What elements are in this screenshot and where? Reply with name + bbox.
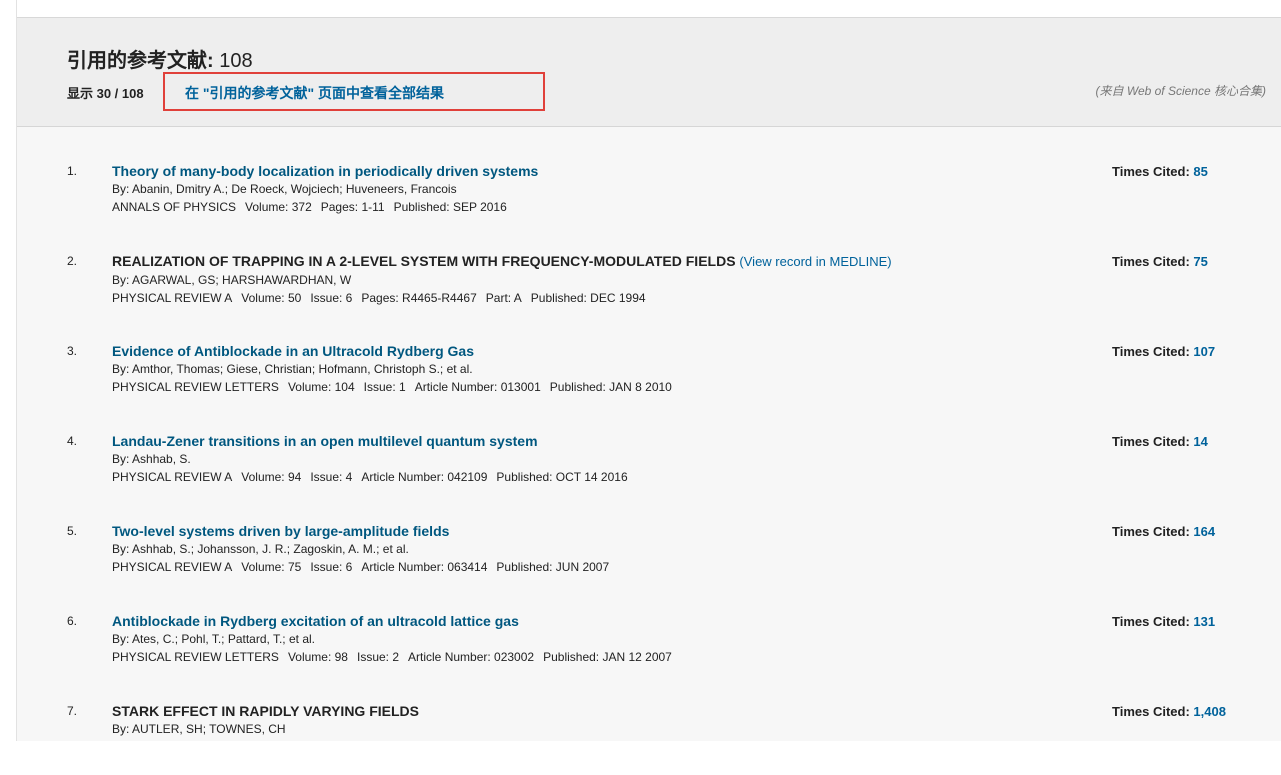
record-volume: Volume: 50 [241, 291, 302, 305]
times-cited-link[interactable]: 1,408 [1193, 704, 1226, 719]
record-authors: By: Amthor, Thomas; Giese, Christian; Ho… [112, 362, 473, 376]
record-published: Published: OCT 14 2016 [496, 470, 628, 484]
record-title: REALIZATION OF TRAPPING IN A 2-LEVEL SYS… [112, 252, 1112, 271]
view-all-highlight-box: 在 "引用的参考文献" 页面中查看全部结果 [163, 72, 545, 111]
record-pages: Pages: 1-11 [320, 200, 385, 214]
page-title-count: 108 [219, 50, 253, 72]
record-published: Published: JAN 8 2010 [549, 380, 672, 394]
record-source: PHYSICAL REVIEW A Volume: 94 Issue: 4 Artic… [112, 468, 1112, 486]
cited-references-header: 引用的参考文献: 108 显示 30 / 108 在 "引用的参考文献" 页面中… [17, 18, 1281, 127]
list-item: 1. Theory of many-body localization in p… [17, 145, 1281, 235]
record-source: PHYSICAL REVIEW A Volume: 75 Issue: 6 Artic… [112, 558, 1112, 576]
times-cited-link[interactable]: 164 [1193, 524, 1215, 539]
page-title: 引用的参考文献: 108 [67, 50, 253, 72]
record-volume: Volume: 372 [245, 200, 312, 214]
list-item: 4. Landau-Zener transitions in an open m… [17, 415, 1281, 505]
times-cited-label: Times Cited: [1112, 434, 1190, 449]
record-journal: PHYSICAL REVIEW A [112, 560, 233, 574]
record-title-text: REALIZATION OF TRAPPING IN A 2-LEVEL SYS… [112, 253, 736, 269]
times-cited-link[interactable]: 131 [1193, 614, 1215, 629]
times-cited-link[interactable]: 85 [1193, 164, 1207, 179]
times-cited: Times Cited: 14 [1112, 434, 1208, 449]
times-cited: Times Cited: 164 [1112, 524, 1215, 539]
record-source: ANNALS OF PHYSICS Volume: 372 Pages: 1-11 P… [112, 198, 1112, 216]
record-authors: By: AGARWAL, GS; HARSHAWARDHAN, W [112, 273, 352, 287]
times-cited-label: Times Cited: [1112, 704, 1190, 719]
list-item: 5. Two-level systems driven by large-amp… [17, 505, 1281, 595]
record-title-link[interactable]: Landau-Zener transitions in an open mult… [112, 432, 1112, 450]
record-source: PHYSICAL REVIEW LETTERS Volume: 104 Issue:… [112, 378, 1112, 396]
list-item: 3. Evidence of Antiblockade in an Ultrac… [17, 325, 1281, 415]
top-strip [17, 0, 1281, 18]
record-published: Published: SEP 2016 [393, 200, 507, 214]
record-published: Published: JUN 2007 [496, 560, 610, 574]
times-cited: Times Cited: 131 [1112, 614, 1215, 629]
times-cited-label: Times Cited: [1112, 614, 1190, 629]
list-item: 6. Antiblockade in Rydberg excitation of… [17, 595, 1281, 685]
record-part: Part: A [485, 291, 522, 305]
view-all-results-link[interactable]: 在 "引用的参考文献" 页面中查看全部结果 [185, 83, 444, 103]
list-item: 7. STARK EFFECT IN RAPIDLY VARYING FIELD… [17, 685, 1281, 775]
record-volume: Volume: 75 [241, 560, 302, 574]
times-cited-link[interactable]: 14 [1193, 434, 1207, 449]
record-article-number: Article Number: 063414 [361, 560, 488, 574]
record-journal: PHYSICAL REVIEW LETTERS [112, 380, 279, 394]
record-issue: Issue: 6 [310, 291, 353, 305]
record-number: 6. [67, 614, 78, 628]
record-authors: By: Ashhab, S. [112, 452, 191, 466]
times-cited-link[interactable]: 107 [1193, 344, 1215, 359]
record-published: Published: JAN 12 2007 [543, 650, 672, 664]
times-cited: Times Cited: 75 [1112, 254, 1208, 269]
record-pages: Pages: R4465-R4467 [361, 291, 477, 305]
record-issue: Issue: 2 [356, 650, 400, 664]
cited-references-page: 引用的参考文献: 108 显示 30 / 108 在 "引用的参考文献" 页面中… [16, 0, 1281, 741]
record-journal: PHYSICAL REVIEW A [112, 291, 233, 305]
times-cited-label: Times Cited: [1112, 254, 1190, 269]
record-number: 5. [67, 524, 78, 538]
record-title-link[interactable]: Two-level systems driven by large-amplit… [112, 522, 1112, 540]
record-article-number: Article Number: 042109 [361, 470, 488, 484]
record-source: PHYSICAL REVIEW LETTERS Volume: 98 Issue: … [112, 648, 1112, 666]
times-cited-label: Times Cited: [1112, 344, 1190, 359]
record-issue: Issue: 4 [310, 470, 353, 484]
record-issue: Issue: 6 [310, 560, 353, 574]
records-list: 1. Theory of many-body localization in p… [17, 145, 1281, 775]
record-number: 4. [67, 434, 78, 448]
times-cited: Times Cited: 107 [1112, 344, 1215, 359]
record-volume: Volume: 104 [287, 380, 355, 394]
record-issue: Issue: 1 [363, 380, 406, 394]
record-authors: By: Ates, C.; Pohl, T.; Pattard, T.; et … [112, 632, 315, 646]
times-cited-label: Times Cited: [1112, 164, 1190, 179]
record-journal: PHYSICAL REVIEW LETTERS [112, 650, 279, 664]
record-number: 1. [67, 164, 78, 178]
record-number: 3. [67, 344, 78, 358]
record-number: 7. [67, 704, 78, 718]
record-title-link[interactable]: Antiblockade in Rydberg excitation of an… [112, 612, 1112, 630]
record-title-link[interactable]: Evidence of Antiblockade in an Ultracold… [112, 342, 1112, 360]
record-number: 2. [67, 254, 78, 268]
record-title: STARK EFFECT IN RAPIDLY VARYING FIELDS [112, 703, 419, 719]
record-article-number: Article Number: 013001 [414, 380, 541, 394]
record-article-number: Article Number: 023002 [408, 650, 535, 664]
showing-count: 显示 30 / 108 [67, 86, 144, 101]
record-published: Published: DEC 1994 [530, 291, 646, 305]
record-title-link[interactable]: Theory of many-body localization in peri… [112, 162, 1112, 180]
times-cited: Times Cited: 1,408 [1112, 704, 1226, 719]
record-journal: ANNALS OF PHYSICS [112, 200, 237, 214]
record-volume: Volume: 94 [241, 470, 302, 484]
times-cited: Times Cited: 85 [1112, 164, 1208, 179]
times-cited-label: Times Cited: [1112, 524, 1190, 539]
record-authors: By: Ashhab, S.; Johansson, J. R.; Zagosk… [112, 542, 409, 556]
record-authors: By: Abanin, Dmitry A.; De Roeck, Wojciec… [112, 182, 457, 196]
record-journal: PHYSICAL REVIEW A [112, 470, 233, 484]
medline-link[interactable]: (View record in MEDLINE) [739, 254, 891, 269]
times-cited-link[interactable]: 75 [1193, 254, 1207, 269]
record-source: PHYSICAL REVIEW A Volume: 50 Issue: 6 Pages… [112, 289, 1112, 307]
source-note: (来自 Web of Science 核心合集) [1095, 84, 1267, 98]
page-title-text: 引用的参考文献 [67, 50, 207, 72]
record-authors: By: AUTLER, SH; TOWNES, CH [112, 722, 286, 736]
record-volume: Volume: 98 [287, 650, 348, 664]
list-item: 2. REALIZATION OF TRAPPING IN A 2-LEVEL … [17, 235, 1281, 325]
